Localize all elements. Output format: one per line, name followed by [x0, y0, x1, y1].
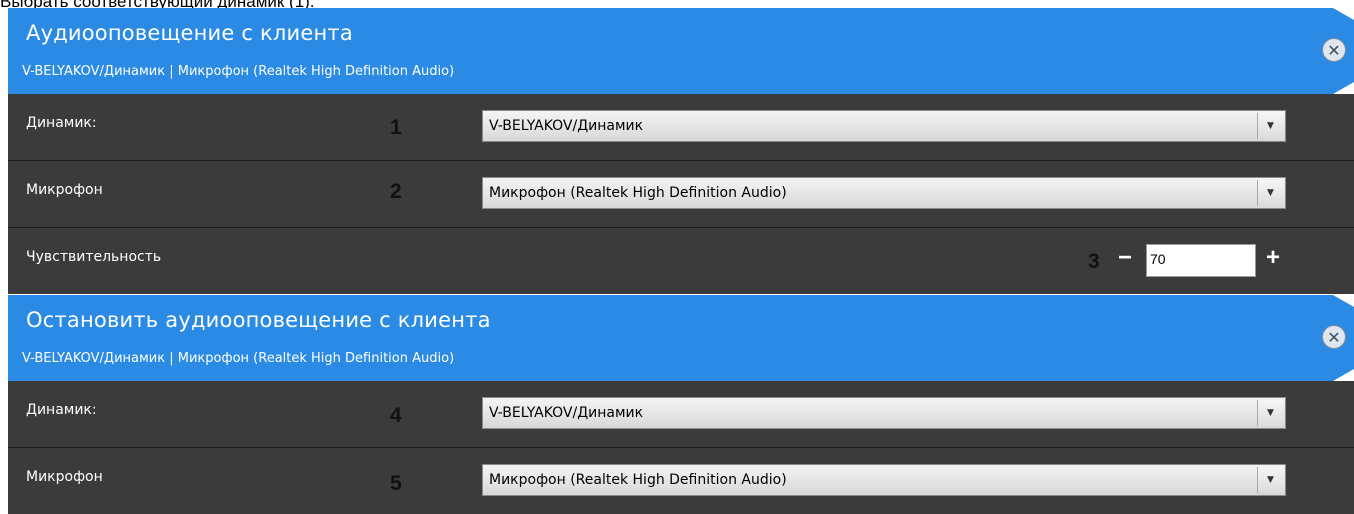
microphone-select-value: Микрофон (Realtek High Definition Audio)	[489, 472, 787, 488]
marker-5: 5	[390, 472, 402, 495]
close-icon[interactable]: ✕	[1322, 38, 1346, 62]
chevron-down-icon[interactable]: ▼	[1257, 180, 1283, 206]
marker-4: 4	[390, 404, 402, 427]
speaker-select[interactable]: V-BELYAKOV/Динамик ▼	[482, 397, 1286, 429]
microphone-label: Микрофон	[26, 182, 103, 198]
microphone-row: Микрофон 5 Микрофон (Realtek High Defini…	[8, 448, 1354, 514]
marker-2: 2	[390, 180, 402, 203]
sensitivity-label: Чувствительность	[26, 249, 162, 265]
decrement-button[interactable]: −	[1118, 244, 1132, 272]
microphone-select[interactable]: Микрофон (Realtek High Definition Audio)…	[482, 464, 1286, 496]
panel-subtitle: V-BELYAKOV/Динамик | Микрофон (Realtek H…	[22, 64, 455, 79]
panel-title: Аудиооповещение с клиента	[26, 21, 353, 45]
speaker-row: Динамик: 1 V-BELYAKOV/Динамик ▼	[8, 94, 1354, 161]
marker-1: 1	[390, 116, 402, 139]
marker-3: 3	[1088, 250, 1100, 273]
panel-header: Аудиооповещение с клиента V-BELYAKOV/Дин…	[8, 8, 1354, 94]
speaker-label: Динамик:	[26, 115, 97, 131]
speaker-label: Динамик:	[26, 402, 97, 418]
audio-notification-panel: Аудиооповещение с клиента V-BELYAKOV/Дин…	[8, 8, 1354, 294]
sensitivity-row: Чувствительность 3 − 70 +	[8, 228, 1354, 294]
speaker-row: Динамик: 4 V-BELYAKOV/Динамик ▼	[8, 381, 1354, 448]
panel-subtitle: V-BELYAKOV/Динамик | Микрофон (Realtek H…	[22, 351, 455, 366]
stop-audio-notification-panel: Остановить аудиооповещение с клиента V-B…	[8, 295, 1354, 514]
microphone-select[interactable]: Микрофон (Realtek High Definition Audio)…	[482, 177, 1286, 209]
panel-body: Динамик: 4 V-BELYAKOV/Динамик ▼ Микрофон…	[8, 381, 1354, 514]
microphone-label: Микрофон	[26, 469, 103, 485]
sensitivity-input[interactable]: 70	[1146, 244, 1256, 277]
microphone-row: Микрофон 2 Микрофон (Realtek High Defini…	[8, 161, 1354, 228]
close-icon[interactable]: ✕	[1322, 325, 1346, 349]
chevron-down-icon[interactable]: ▼	[1257, 467, 1283, 493]
panel-body: Динамик: 1 V-BELYAKOV/Динамик ▼ Микрофон…	[8, 94, 1354, 294]
speaker-select-value: V-BELYAKOV/Динамик	[489, 405, 644, 421]
microphone-select-value: Микрофон (Realtek High Definition Audio)	[489, 185, 787, 201]
chevron-down-icon[interactable]: ▼	[1257, 400, 1283, 426]
speaker-select-value: V-BELYAKOV/Динамик	[489, 118, 644, 134]
panel-title: Остановить аудиооповещение с клиента	[26, 308, 491, 332]
chevron-down-icon[interactable]: ▼	[1257, 113, 1283, 139]
speaker-select[interactable]: V-BELYAKOV/Динамик ▼	[482, 110, 1286, 142]
increment-button[interactable]: +	[1266, 244, 1280, 272]
panel-header: Остановить аудиооповещение с клиента V-B…	[8, 295, 1354, 381]
